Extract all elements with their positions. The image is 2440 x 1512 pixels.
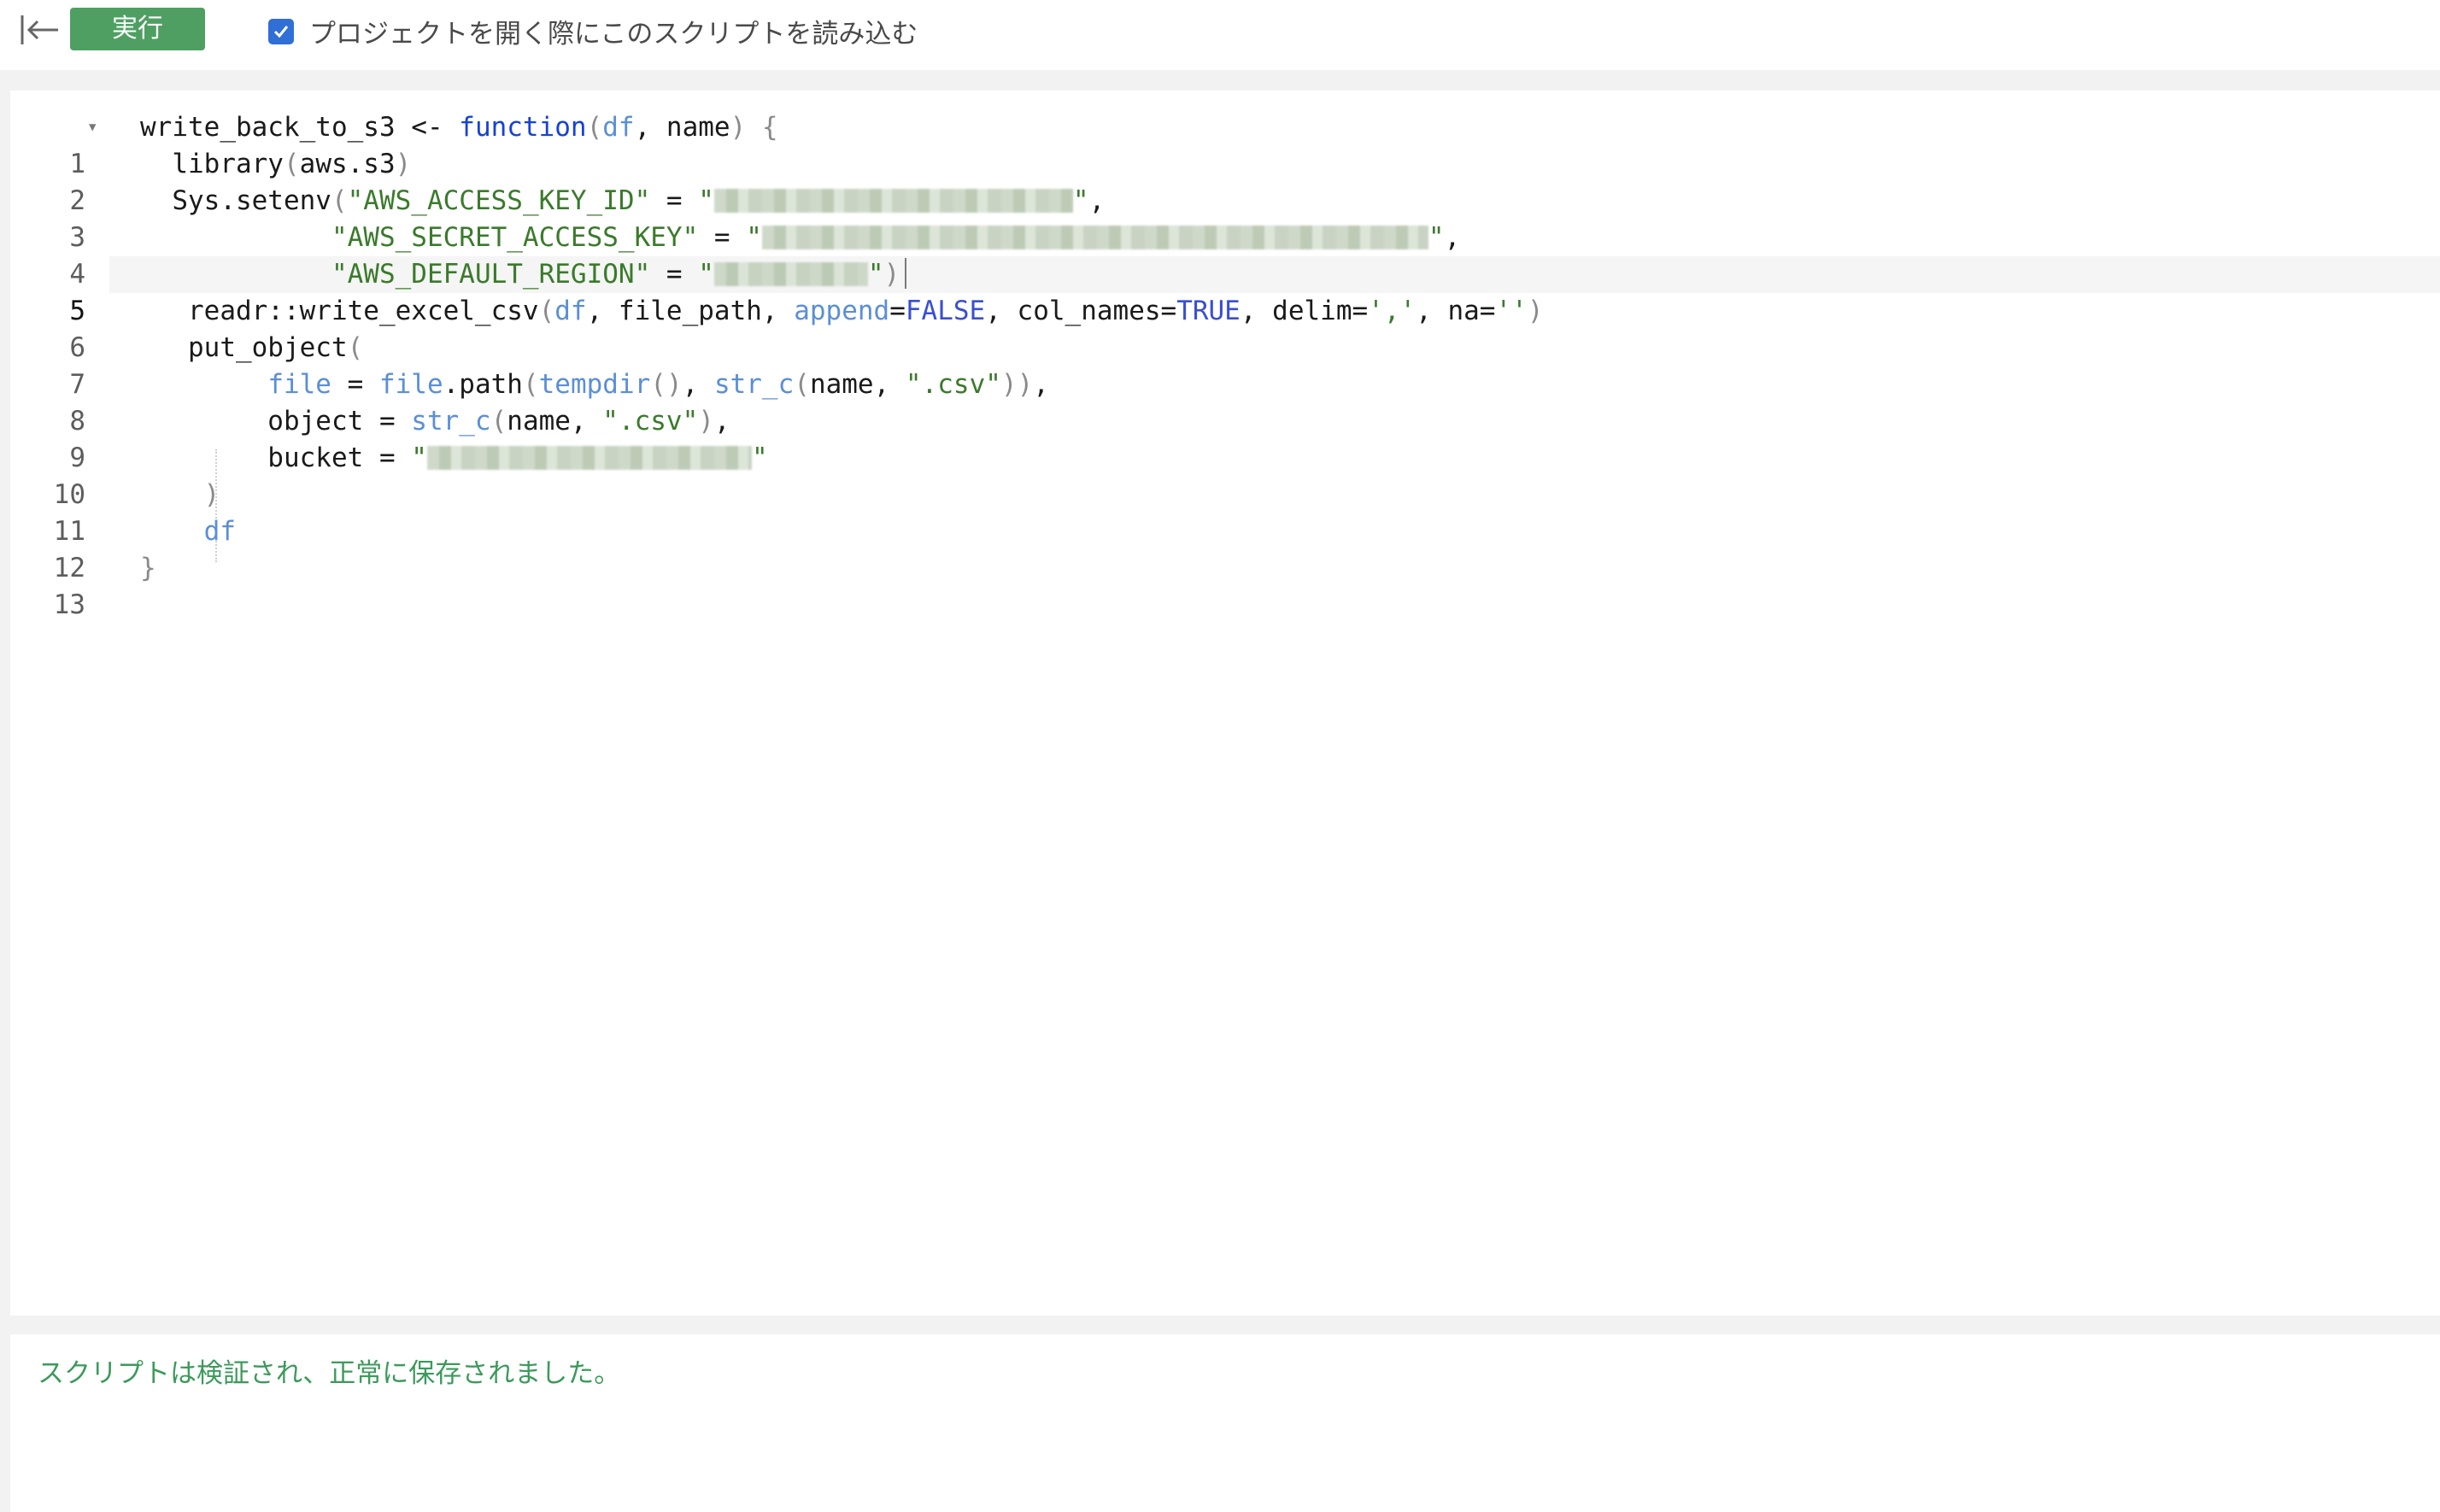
code-line[interactable]: 4 "AWS_SECRET_ACCESS_KEY" = " ", <box>10 220 2440 290</box>
load-on-open-checkbox[interactable] <box>268 18 294 44</box>
run-button[interactable]: 実行 <box>70 8 205 50</box>
code-line[interactable]: 1 ▼ write_back_to_s3 <- function(df, nam… <box>10 109 2440 179</box>
code-text: Sys.setenv("AWS_ACCESS_KEY_ID" = " ", <box>140 185 1106 216</box>
code-line[interactable]: 3 Sys.setenv("AWS_ACCESS_KEY_ID" = " ", <box>10 183 2440 253</box>
code-text: write_back_to_s3 <- function(df, name) { <box>140 112 778 143</box>
code-line-active[interactable]: 5 "AWS_DEFAULT_REGION" = " ") <box>10 256 2440 326</box>
collapse-panel-icon[interactable] <box>19 10 63 50</box>
toolbar: 実行 プロジェクトを開く際にこのスクリプトを読み込む <box>0 0 2440 70</box>
code-text: df <box>203 516 236 547</box>
fold-toggle-icon[interactable]: ▼ <box>89 109 96 146</box>
code-text: file = file.path(tempdir(), str_c(name, … <box>267 369 1049 400</box>
code-line[interactable]: 7 put_object( <box>10 330 2440 400</box>
code-line[interactable]: 6 readr::write_excel_csv(df, file_path, … <box>10 293 2440 363</box>
redacted-value <box>426 446 752 470</box>
code-text: ) <box>203 479 220 510</box>
code-text: put_object( <box>140 332 364 363</box>
code-line[interactable]: 9 object = str_c(name, ".csv"), <box>10 403 2440 473</box>
redacted-value <box>761 226 1428 249</box>
line-number: 13 <box>53 589 85 620</box>
code-text: object = str_c(name, ".csv"), <box>140 406 730 437</box>
load-on-open-option[interactable]: プロジェクトを開く際にこのスクリプトを読み込む <box>268 12 918 50</box>
load-on-open-label: プロジェクトを開く際にこのスクリプトを読み込む <box>309 19 918 49</box>
text-cursor <box>905 258 907 289</box>
code-editor[interactable]: 1 ▼ write_back_to_s3 <- function(df, nam… <box>10 91 2440 1316</box>
code-text: } <box>140 553 156 583</box>
redacted-value <box>713 189 1073 213</box>
code-line[interactable]: 8 file = file.path(tempdir(), str_c(name… <box>10 366 2440 437</box>
code-text: "AWS_SECRET_ACCESS_KEY" = " ", <box>331 222 1461 253</box>
code-line[interactable]: 12 df <box>10 513 2440 583</box>
status-panel: スクリプトは検証され、正常に保存されました。 <box>10 1334 2440 1512</box>
code-line[interactable]: 13 } <box>10 550 2440 620</box>
save-status-message: スクリプトは検証され、正常に保存されました。 <box>38 1358 621 1388</box>
code-line[interactable]: 11 ) <box>10 477 2440 547</box>
checkmark-icon <box>273 25 289 38</box>
code-text: library(aws.s3) <box>140 149 412 179</box>
redacted-value <box>713 262 868 286</box>
code-text: bucket = " " <box>140 442 768 473</box>
code-line[interactable]: 2 library(aws.s3) <box>10 146 2440 216</box>
code-text: readr::write_excel_csv(df, file_path, ap… <box>140 296 1544 326</box>
code-text: "AWS_DEFAULT_REGION" = " ") <box>140 256 907 293</box>
code-line[interactable]: 10 bucket = " " <box>10 440 2440 510</box>
